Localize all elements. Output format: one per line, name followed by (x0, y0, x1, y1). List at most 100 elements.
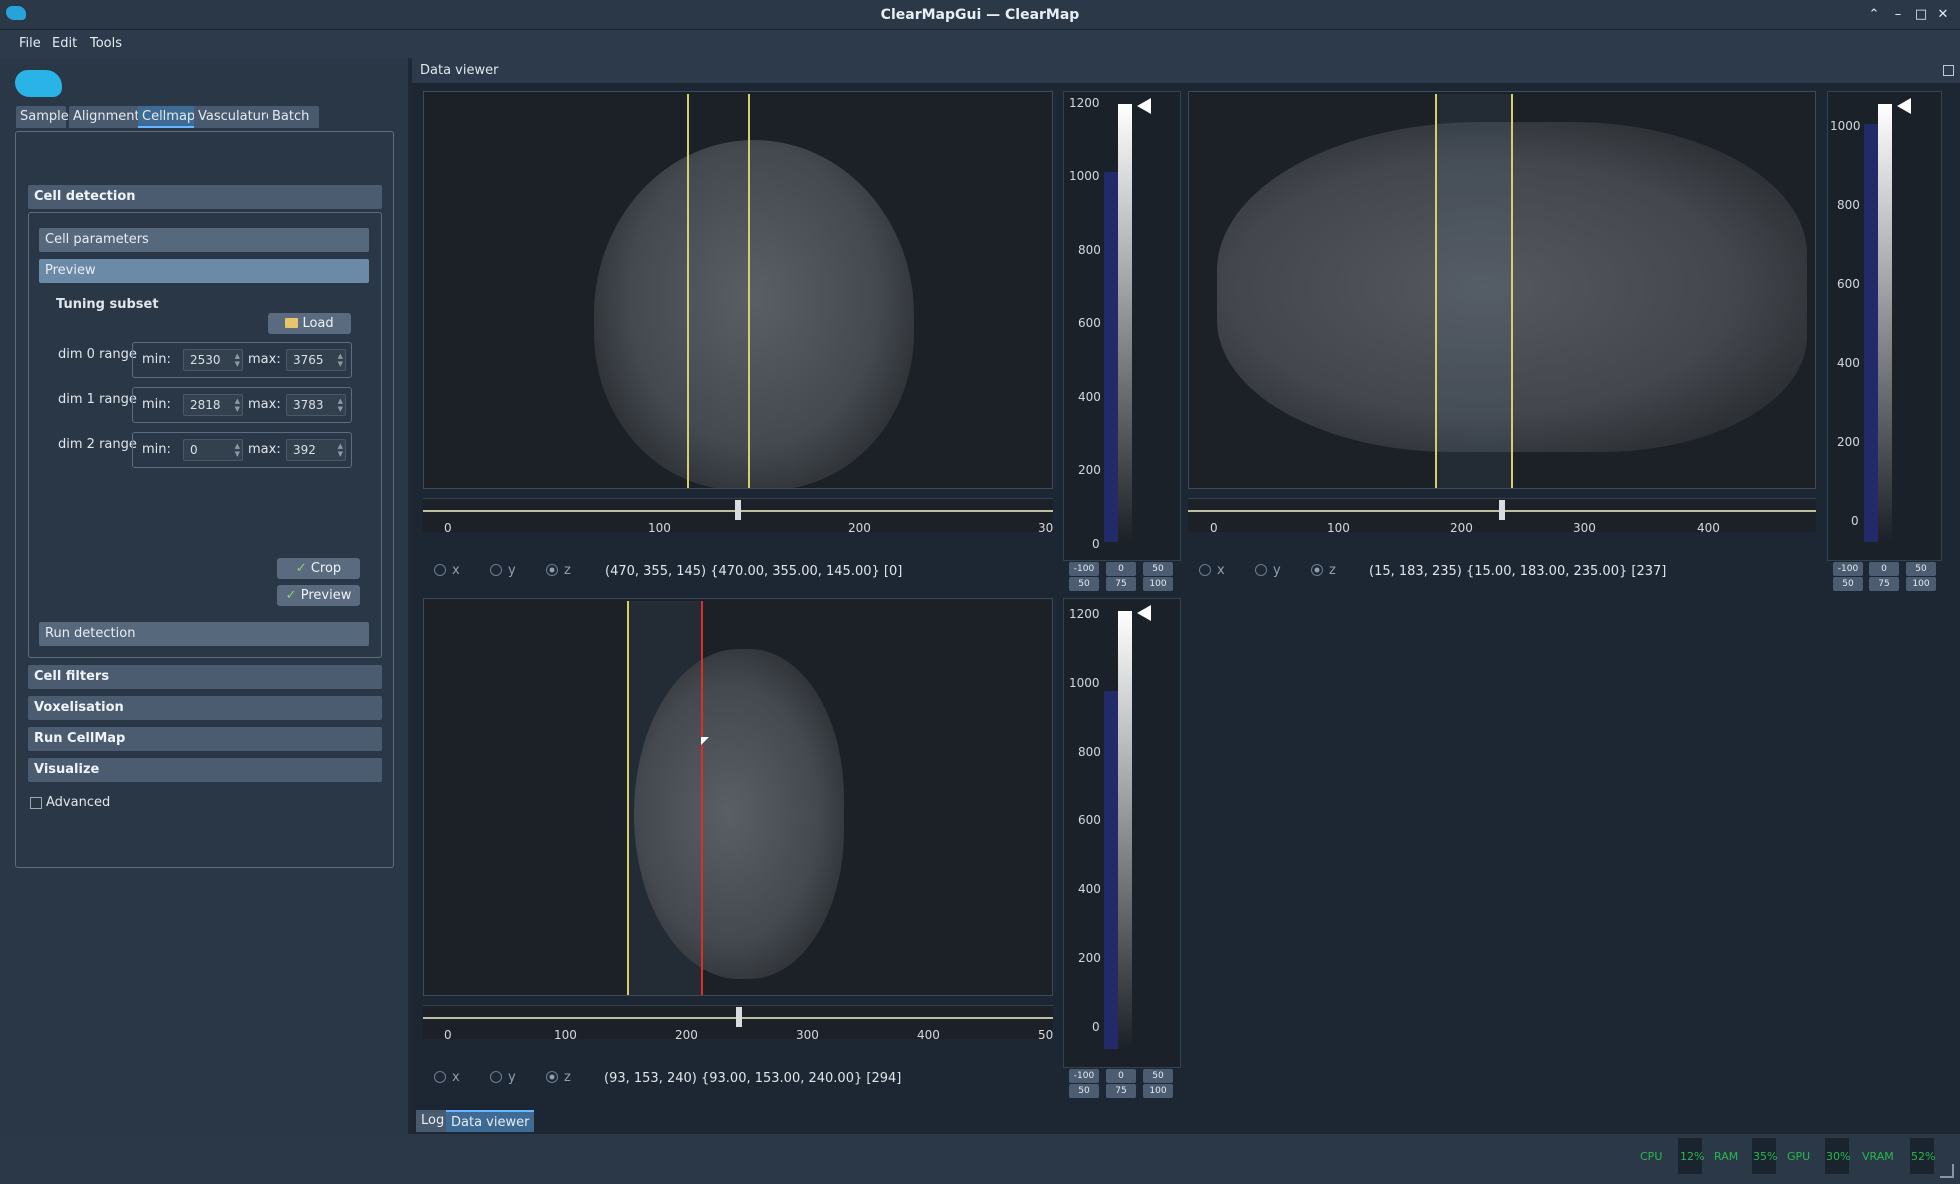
preset-button[interactable]: 100 (1143, 1084, 1173, 1098)
dim2-max-spinbox[interactable]: 392 ▲ ▼ (286, 439, 346, 461)
window-shade-icon[interactable]: ⌃ (1866, 7, 1882, 22)
window-close-icon[interactable]: ✕ (1935, 7, 1951, 22)
slider-handle[interactable] (735, 500, 741, 520)
subsection-run-detection[interactable]: Run detection (39, 622, 369, 646)
preset-button[interactable]: 75 (1869, 577, 1899, 591)
ram-label: RAM (1714, 1150, 1739, 1163)
preset-button[interactable]: 50 (1143, 1069, 1173, 1083)
subsection-preview[interactable]: Preview (39, 259, 369, 283)
preset-button[interactable]: -100 (1069, 1069, 1099, 1083)
axis-radio-y[interactable]: y (490, 1070, 516, 1085)
hist-tick: 0 (1092, 537, 1100, 551)
dim0-min-spinbox[interactable]: 2530 ▲ ▼ (183, 349, 243, 371)
resize-grip-icon[interactable] (1940, 1164, 1954, 1178)
panel-splitter[interactable] (408, 58, 412, 1134)
preset-button[interactable]: 50 (1906, 562, 1936, 576)
histogram-panel-1[interactable]: 1200 1000 800 600 400 200 0 (1063, 91, 1181, 561)
radio-dot (490, 1071, 502, 1083)
spin-arrows-icon[interactable]: ▲ ▼ (338, 442, 343, 458)
slider-tick: 30 (1038, 521, 1054, 535)
section-cell-detection[interactable]: Cell detection (28, 185, 382, 209)
slider-handle[interactable] (736, 1007, 742, 1027)
preset-button[interactable]: 0 (1869, 562, 1899, 576)
preset-button[interactable]: -100 (1069, 562, 1099, 576)
histogram-panel-2[interactable]: 1000 800 600 400 200 0 (1827, 91, 1942, 561)
roi-band (1436, 94, 1512, 488)
window-minimize-icon[interactable]: – (1890, 7, 1906, 22)
crop-button[interactable]: ✓ Crop (277, 558, 360, 579)
section-cell-filters[interactable]: Cell filters (28, 665, 382, 689)
undock-icon[interactable] (1943, 65, 1954, 76)
preset-button[interactable]: 50 (1833, 577, 1863, 591)
roi-line-left (627, 601, 629, 995)
window-maximize-icon[interactable]: □ (1913, 7, 1929, 22)
section-voxelisation[interactable]: Voxelisation (28, 696, 382, 720)
axis-radio-z[interactable]: z (1311, 563, 1336, 578)
subsection-cell-parameters[interactable]: Cell parameters (39, 228, 369, 252)
menu-tools[interactable]: Tools (90, 36, 122, 51)
slice-slider-2[interactable]: 0 100 200 300 400 (1188, 498, 1816, 535)
load-button[interactable]: Load (268, 313, 351, 334)
dim1-min-value: 2818 (190, 398, 221, 412)
preset-button[interactable]: 0 (1106, 562, 1136, 576)
hist-tick: 800 (1078, 243, 1101, 257)
advanced-checkbox[interactable] (30, 797, 42, 809)
dim2-min-spinbox[interactable]: 0 ▲ ▼ (183, 439, 243, 461)
tab-batch[interactable]: Batch (268, 106, 319, 128)
section-run-cellmap[interactable]: Run CellMap (28, 727, 382, 751)
spin-arrows-icon[interactable]: ▲ ▼ (235, 397, 240, 413)
hist-tick: 400 (1837, 356, 1860, 370)
brain-slice-image (634, 649, 844, 979)
preset-button[interactable]: 100 (1143, 577, 1173, 591)
slice-slider-3[interactable]: 0 100 200 300 400 50 (423, 1005, 1053, 1042)
level-handle-icon[interactable] (1137, 605, 1151, 621)
preset-button[interactable]: 50 (1143, 562, 1173, 576)
axis-radio-z[interactable]: z (546, 1070, 571, 1085)
preset-button[interactable]: 75 (1106, 577, 1136, 591)
preview-button[interactable]: ✓ Preview (277, 585, 360, 606)
preset-button[interactable]: 50 (1069, 577, 1099, 591)
tab-log[interactable]: Log (416, 1110, 450, 1132)
spin-arrows-icon[interactable]: ▲ ▼ (338, 352, 343, 368)
axis-radio-x[interactable]: x (1199, 563, 1225, 578)
axis-label: x (452, 1070, 460, 1085)
hist-tick: 1200 (1069, 607, 1100, 621)
axis-radio-y[interactable]: y (490, 563, 516, 578)
axis-radio-x[interactable]: x (434, 563, 460, 578)
preset-button[interactable]: 50 (1069, 1084, 1099, 1098)
image-viewer-3[interactable] (423, 598, 1053, 996)
roi-line-right (748, 94, 750, 488)
axis-radio-y[interactable]: y (1255, 563, 1281, 578)
spin-arrows-icon[interactable]: ▲ ▼ (235, 352, 240, 368)
preset-button[interactable]: 100 (1906, 577, 1936, 591)
slider-tick: 200 (675, 1028, 698, 1042)
axis-radio-x[interactable]: x (434, 1070, 460, 1085)
preset-button[interactable]: -100 (1833, 562, 1863, 576)
dim0-max-spinbox[interactable]: 3765 ▲ ▼ (286, 349, 346, 371)
histogram-panel-3[interactable]: 1200 1000 800 600 400 200 0 (1063, 598, 1181, 1068)
advanced-label: Advanced (46, 795, 111, 810)
slice-slider-1[interactable]: 0 100 200 30 (423, 498, 1054, 535)
status-bar (0, 1134, 1960, 1184)
dim1-min-spinbox[interactable]: 2818 ▲ ▼ (183, 394, 243, 416)
radio-dot (434, 564, 446, 576)
spin-arrows-icon[interactable]: ▲ ▼ (235, 442, 240, 458)
slider-tick: 400 (1697, 521, 1720, 535)
tab-data-viewer[interactable]: Data viewer (446, 1110, 535, 1132)
lut-fill (1104, 691, 1118, 1049)
tab-sample[interactable]: Sample (16, 106, 69, 128)
cursor-line (701, 601, 703, 995)
section-visualize[interactable]: Visualize (28, 758, 382, 782)
menu-edit[interactable]: Edit (52, 36, 77, 51)
image-viewer-1[interactable] (423, 91, 1053, 489)
level-handle-icon[interactable] (1897, 98, 1911, 114)
image-viewer-2[interactable] (1188, 91, 1816, 489)
axis-radio-z[interactable]: z (546, 563, 571, 578)
dim1-max-spinbox[interactable]: 3783 ▲ ▼ (286, 394, 346, 416)
menu-file[interactable]: File (19, 36, 41, 51)
preset-button[interactable]: 0 (1106, 1069, 1136, 1083)
level-handle-icon[interactable] (1137, 98, 1151, 114)
preset-button[interactable]: 75 (1106, 1084, 1136, 1098)
spin-arrows-icon[interactable]: ▲ ▼ (338, 397, 343, 413)
slider-handle[interactable] (1499, 500, 1505, 520)
